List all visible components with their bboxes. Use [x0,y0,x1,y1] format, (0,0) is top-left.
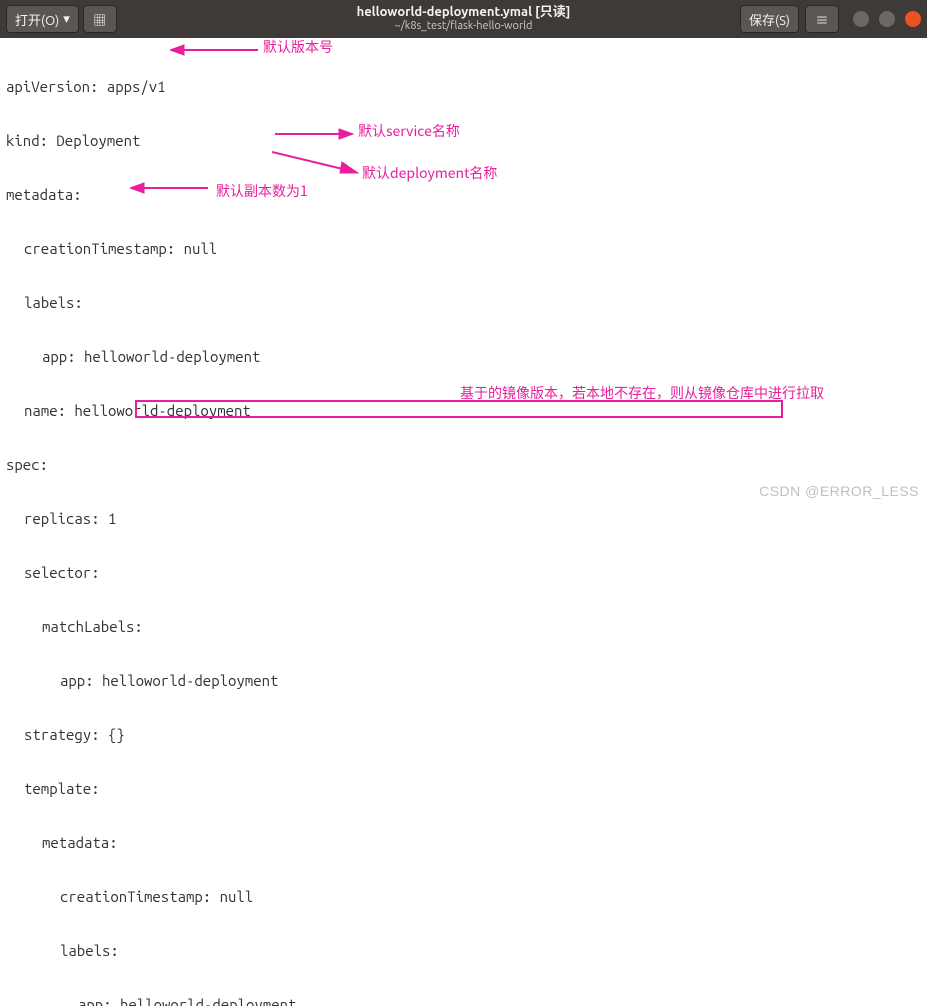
code-line: labels: [6,294,927,312]
save-button-label: 保存(S) [749,10,790,29]
code-line: metadata: [6,186,927,204]
code-line: apiVersion: apps/v1 [6,78,927,96]
annotation-text: 基于的镜像版本，若本地不存在，则从镜像仓库中进行拉取 [460,384,824,402]
code-line: app: helloworld-deployment [6,348,927,366]
title-area: helloworld-deployment.ymal [只读] ~/k8s_te… [357,5,571,34]
maximize-button[interactable] [879,11,895,27]
chevron-down-icon: ▾ [63,12,70,27]
open-button[interactable]: 打开(O) ▾ [6,5,79,33]
code-line: name: helloworld-deployment [6,402,927,420]
code-line: matchLabels: [6,618,927,636]
watermark: CSDN @ERROR_LESS [759,483,919,499]
code-line: selector: [6,564,927,582]
save-button[interactable]: 保存(S) [740,5,799,33]
code-line: metadata: [6,834,927,852]
code-line: kind: Deployment [6,132,927,150]
code-line: strategy: {} [6,726,927,744]
titlebar: 打开(O) ▾ ▦ helloworld-deployment.ymal [只读… [0,0,927,38]
close-button[interactable] [905,11,921,27]
code-line: creationTimestamp: null [6,888,927,906]
code-line: app: helloworld-deployment [6,672,927,690]
arrow-icon [170,42,260,58]
window-controls [853,11,921,27]
annotation-text: 默认版本号 [263,38,333,56]
annotation-text: 默认deployment名称 [362,164,497,182]
minimize-button[interactable] [853,11,869,27]
new-tab-button[interactable]: ▦ [83,5,117,33]
code-line: spec: [6,456,927,474]
code-line: creationTimestamp: null [6,240,927,258]
open-button-label: 打开(O) [15,10,59,29]
code-line: app: helloworld-deployment [6,996,927,1006]
titlebar-right: 保存(S) ≡ [740,5,921,33]
document-path: ~/k8s_test/flask-hello-world [357,20,571,33]
code-line: template: [6,780,927,798]
editor-area[interactable]: apiVersion: apps/v1 kind: Deployment met… [0,38,927,1006]
code-line: replicas: 1 [6,510,927,528]
document-title: helloworld-deployment.ymal [只读] [357,5,571,21]
code-line: labels: [6,942,927,960]
hamburger-menu-button[interactable]: ≡ [805,5,839,33]
hamburger-icon: ≡ [815,10,828,29]
arrow-icon [272,148,362,178]
new-tab-icon: ▦ [93,10,106,29]
